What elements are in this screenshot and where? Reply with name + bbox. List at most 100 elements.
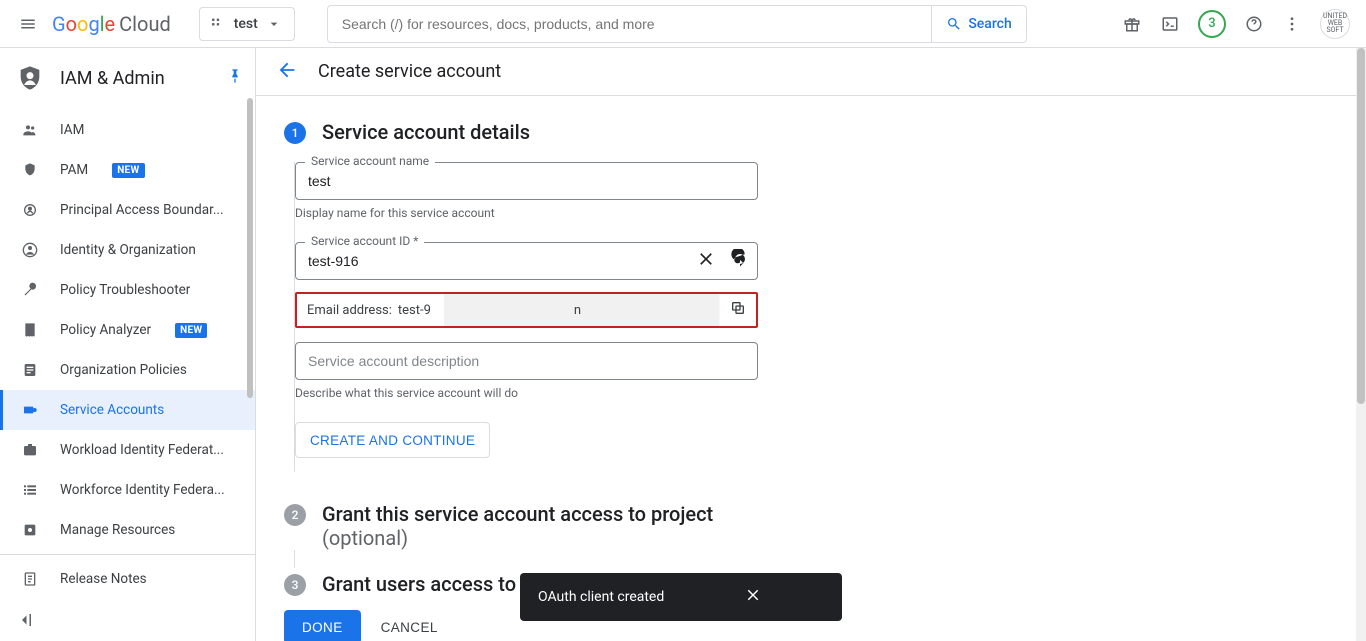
wrench-icon: [20, 280, 40, 300]
main: IAM & Admin IAM PAM NEW Principal Access…: [0, 48, 1366, 641]
sidebar-items: IAM PAM NEW Principal Access Boundar... …: [0, 106, 255, 641]
sidebar-item-release-notes[interactable]: Release Notes: [0, 559, 255, 599]
project-name: test: [234, 16, 258, 32]
sidebar-item-label: Policy Troubleshooter: [60, 282, 190, 298]
chevron-down-icon: [266, 16, 282, 32]
sidebar-title: IAM & Admin: [60, 68, 211, 89]
search-button-label: Search: [968, 16, 1011, 32]
service-account-name-field: Service account name: [295, 162, 758, 200]
search-input[interactable]: [342, 16, 918, 32]
cloud-shell-icon[interactable]: [1160, 14, 1180, 34]
copy-icon[interactable]: [730, 300, 746, 320]
people-icon: [20, 120, 40, 140]
step-2-title: Grant this service account access to pro…: [322, 502, 713, 550]
service-account-id-field: Service account ID *: [295, 242, 758, 280]
sidebar-item-label: IAM: [60, 122, 84, 138]
sidebar-item-iam[interactable]: IAM: [0, 110, 255, 150]
sidebar-item-label: Manage Resources: [60, 522, 175, 538]
boundary-icon: [20, 200, 40, 220]
sidebar-item-pam[interactable]: PAM NEW: [0, 150, 255, 190]
email-value: test-9: [398, 303, 431, 318]
email-prefix: Email address:: [307, 303, 392, 318]
new-badge: NEW: [175, 323, 207, 338]
service-account-description-field: [295, 342, 758, 380]
name-label: Service account name: [305, 154, 435, 168]
sidebar-item-identity-org[interactable]: Identity & Organization: [0, 230, 255, 270]
topbar-right: 3 UNITED WEB SOFT: [1122, 9, 1350, 39]
sidebar-item-service-accounts[interactable]: Service Accounts: [0, 390, 255, 430]
collapse-sidebar-icon[interactable]: [16, 611, 34, 633]
sidebar-scrollbar[interactable]: [247, 98, 253, 398]
sidebar-header: IAM & Admin: [0, 48, 255, 106]
pin-icon[interactable]: [227, 68, 243, 88]
trial-count: 3: [1208, 16, 1215, 31]
done-button[interactable]: DONE: [284, 610, 361, 641]
step-1-title: Service account details: [322, 120, 530, 144]
sidebar-item-label: Workload Identity Federat...: [60, 442, 224, 458]
free-trial-badge[interactable]: 3: [1198, 10, 1226, 38]
sidebar-item-label: Service Accounts: [60, 402, 164, 418]
step-2-header[interactable]: 2 Grant this service account access to p…: [284, 502, 1338, 550]
step-1-header: 1 Service account details: [284, 120, 1338, 144]
email-suffix: n: [574, 303, 581, 318]
google-cloud-logo[interactable]: Google Cloud: [52, 12, 171, 36]
more-icon[interactable]: [1282, 14, 1302, 34]
email-address-row: Email address: test-9 n: [295, 292, 758, 328]
notes-icon: [20, 569, 40, 589]
gift-icon[interactable]: [1122, 14, 1142, 34]
avatar-label: UNITED WEB SOFT: [1321, 13, 1349, 34]
name-helper: Display name for this service account: [295, 206, 758, 220]
sidebar-item-principal-boundary[interactable]: Principal Access Boundar...: [0, 190, 255, 230]
back-arrow-icon[interactable]: [276, 59, 298, 85]
content: Create service account 1 Service account…: [256, 48, 1366, 641]
page-title: Create service account: [318, 61, 501, 82]
toast-close-icon[interactable]: [744, 586, 762, 609]
sidebar-item-org-policies[interactable]: Organization Policies: [0, 350, 255, 390]
sidebar-item-manage-resources[interactable]: Manage Resources: [0, 510, 255, 550]
new-badge: NEW: [112, 163, 144, 178]
sidebar-item-label: PAM: [60, 162, 88, 178]
service-account-icon: [20, 400, 40, 420]
step-3-badge: 3: [284, 574, 306, 596]
article-icon: [20, 360, 40, 380]
step-2-optional: (optional): [322, 526, 713, 550]
sidebar-item-policy-troubleshooter[interactable]: Policy Troubleshooter: [0, 270, 255, 310]
sidebar-item-workforce-identity[interactable]: Workforce Identity Federa...: [0, 470, 255, 510]
list-icon: [20, 480, 40, 500]
account-circle-icon: [20, 240, 40, 260]
step-2: 2 Grant this service account access to p…: [284, 502, 1338, 568]
project-icon: [210, 16, 226, 32]
topbar: Google Cloud test Search 3: [0, 0, 1366, 48]
sidebar-item-label: Workforce Identity Federa...: [60, 482, 225, 498]
clear-icon[interactable]: [696, 249, 716, 273]
service-account-description-input[interactable]: [295, 342, 758, 380]
sidebar-item-label: Release Notes: [60, 571, 147, 587]
step-1-badge: 1: [284, 122, 306, 144]
sidebar-item-label: Identity & Organization: [60, 242, 196, 258]
search-button[interactable]: Search: [932, 5, 1026, 43]
topbar-search: Search: [327, 5, 1027, 43]
toast-message: OAuth client created: [538, 589, 664, 605]
create-and-continue-button[interactable]: CREATE AND CONTINUE: [295, 422, 490, 458]
search-box[interactable]: [327, 5, 933, 43]
sidebar-item-workload-identity[interactable]: Workload Identity Federat...: [0, 430, 255, 470]
badge-icon: [20, 440, 40, 460]
sidebar: IAM & Admin IAM PAM NEW Principal Access…: [0, 48, 256, 641]
content-scrollbar[interactable]: [1356, 48, 1366, 641]
toast-snackbar: OAuth client created: [520, 573, 842, 621]
content-body: 1 Service account details Service accoun…: [256, 96, 1366, 641]
settings-icon: [20, 520, 40, 540]
hamburger-menu-icon[interactable]: [16, 12, 40, 36]
scrollbar-thumb[interactable]: [1357, 48, 1365, 404]
search-icon: [946, 16, 962, 32]
sidebar-item-policy-analyzer[interactable]: Policy Analyzer NEW: [0, 310, 255, 350]
description-helper: Describe what this service account will …: [295, 386, 758, 400]
cancel-button[interactable]: CANCEL: [381, 620, 438, 635]
help-icon[interactable]: [1244, 14, 1264, 34]
project-selector[interactable]: test: [199, 7, 295, 41]
step-3-title: Grant users access to: [322, 572, 516, 596]
sidebar-item-label: Principal Access Boundar...: [60, 202, 224, 218]
sidebar-item-label: Organization Policies: [60, 362, 187, 378]
account-avatar[interactable]: UNITED WEB SOFT: [1320, 9, 1350, 39]
refresh-icon[interactable]: [730, 249, 750, 273]
